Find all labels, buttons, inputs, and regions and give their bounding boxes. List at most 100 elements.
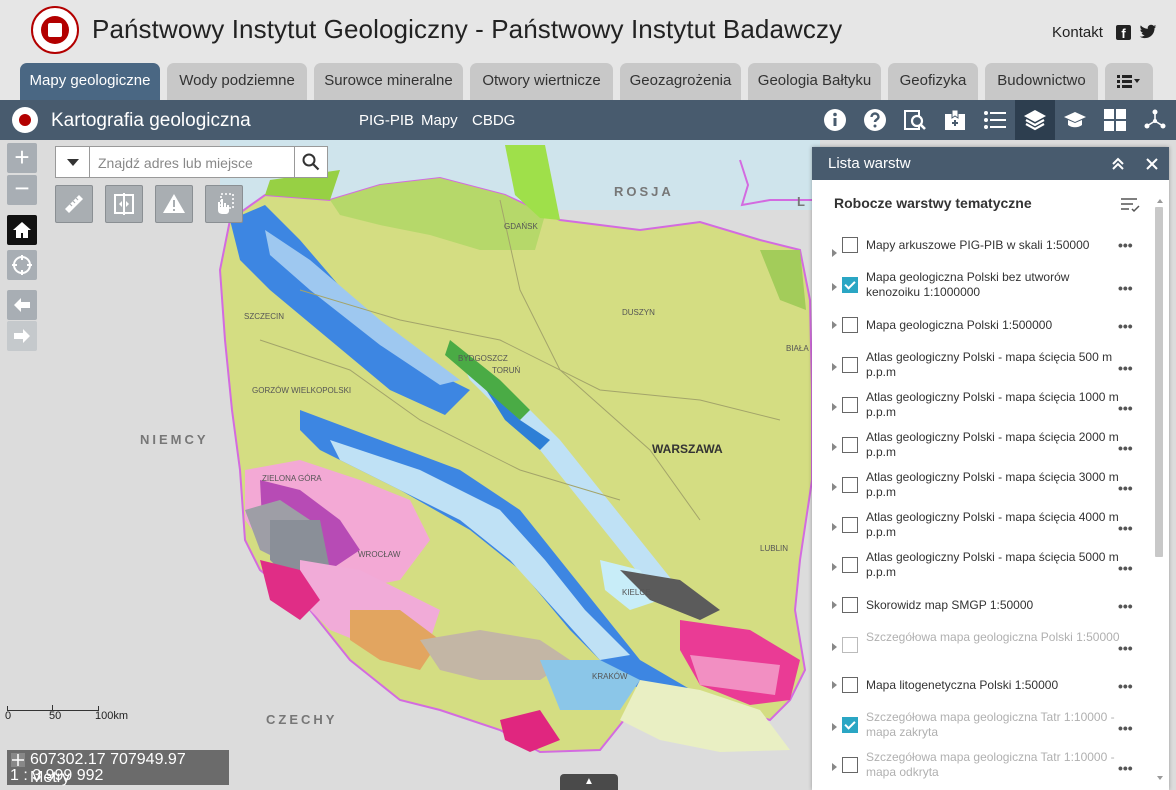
- layer-menu-icon[interactable]: •••: [1118, 678, 1133, 694]
- expand-arrow-icon[interactable]: [832, 403, 837, 411]
- layer-checkbox[interactable]: [842, 317, 858, 333]
- expand-arrow-icon[interactable]: [832, 483, 837, 491]
- layer-checkbox[interactable]: [842, 637, 858, 653]
- arrow-left-icon: [14, 298, 30, 312]
- tab-budownictwo[interactable]: Budownictwo: [985, 63, 1098, 100]
- collapse-icon[interactable]: [1111, 157, 1125, 171]
- scroll-up-arrow[interactable]: [1157, 199, 1163, 203]
- tab-geozagrozenia[interactable]: Geozagrożenia: [620, 63, 741, 100]
- pig-logo[interactable]: [31, 6, 79, 54]
- next-extent-button[interactable]: [7, 321, 37, 351]
- twitter-icon[interactable]: [1139, 24, 1157, 40]
- city-label-biala: BIAŁA: [786, 344, 809, 353]
- tab-wody-podziemne[interactable]: Wody podziemne: [167, 63, 307, 100]
- layer-menu-icon[interactable]: •••: [1118, 237, 1133, 253]
- expand-arrow-icon[interactable]: [832, 443, 837, 451]
- education-button[interactable]: [1055, 100, 1095, 140]
- expand-arrow-icon[interactable]: [832, 601, 837, 609]
- layer-menu-icon[interactable]: •••: [1118, 720, 1133, 736]
- expand-arrow-icon[interactable]: [832, 283, 837, 291]
- expand-arrow-icon[interactable]: [832, 563, 837, 571]
- zoom-in-button[interactable]: +: [7, 143, 37, 173]
- search-map-button[interactable]: [895, 100, 935, 140]
- tab-geologia-baltyku[interactable]: Geologia Bałtyku: [748, 63, 881, 100]
- expand-arrow-icon[interactable]: [832, 321, 837, 329]
- layer-checkbox[interactable]: [842, 397, 858, 413]
- layer-checkbox[interactable]: [842, 757, 858, 773]
- scroll-down-arrow[interactable]: [1157, 776, 1163, 780]
- layer-checkbox[interactable]: [842, 277, 858, 293]
- link-cbdg[interactable]: CBDG: [472, 112, 515, 129]
- layer-checkbox[interactable]: [842, 557, 858, 573]
- contact-link[interactable]: Kontakt: [1052, 24, 1103, 41]
- compare-button[interactable]: [105, 185, 143, 223]
- locate-button[interactable]: [7, 250, 37, 280]
- scale-tick-100: 100km: [95, 710, 129, 722]
- layer-checkbox[interactable]: [842, 677, 858, 693]
- link-mapy[interactable]: Mapy: [421, 112, 458, 129]
- search-input[interactable]: [96, 151, 300, 175]
- layer-menu-icon[interactable]: •••: [1118, 280, 1133, 296]
- layer-checkbox[interactable]: [842, 237, 858, 253]
- country-label-lithuania: L: [797, 194, 808, 209]
- layer-menu-icon[interactable]: •••: [1118, 520, 1133, 536]
- search-button[interactable]: [294, 147, 327, 177]
- warning-icon: [163, 194, 185, 213]
- layer-menu-icon[interactable]: •••: [1118, 760, 1133, 776]
- home-button[interactable]: [7, 215, 37, 245]
- search-source-dropdown[interactable]: [56, 147, 90, 177]
- layer-menu-icon[interactable]: •••: [1118, 480, 1133, 496]
- layer-menu-icon[interactable]: •••: [1118, 360, 1133, 376]
- layer-label: Mapa litogenetyczna Polski 1:50000: [866, 678, 1059, 692]
- facebook-icon[interactable]: f: [1116, 25, 1131, 41]
- zoom-out-button[interactable]: −: [7, 175, 37, 205]
- layer-checkbox[interactable]: [842, 717, 858, 733]
- layer-checkbox[interactable]: [842, 477, 858, 493]
- layer-checkbox[interactable]: [842, 357, 858, 373]
- tab-surowce-mineralne[interactable]: Surowce mineralne: [314, 63, 463, 100]
- tab-otwory-wiertnicze[interactable]: Otwory wiertnicze: [470, 63, 613, 100]
- layer-menu-icon[interactable]: •••: [1118, 400, 1133, 416]
- layer-label: Mapa geologiczna Polski bez utworów keno…: [866, 270, 1070, 299]
- expand-arrow-icon[interactable]: [832, 643, 837, 651]
- layers-button[interactable]: [1015, 100, 1055, 140]
- help-button[interactable]: [855, 100, 895, 140]
- layer-menu-icon[interactable]: •••: [1118, 440, 1133, 456]
- bookmark-add-button[interactable]: [935, 100, 975, 140]
- country-label-czechia: CZECHY: [266, 712, 338, 727]
- layer-menu-icon[interactable]: •••: [1118, 318, 1133, 334]
- move-crosshair-icon[interactable]: [11, 753, 25, 767]
- filter-list-icon[interactable]: [1120, 197, 1140, 213]
- link-pig-pib[interactable]: PIG-PIB: [359, 112, 414, 129]
- info-button[interactable]: [815, 100, 855, 140]
- tab-mapy-geologiczne[interactable]: Mapy geologiczne: [20, 63, 160, 100]
- country-label-russia: ROSJA: [614, 184, 674, 199]
- tab-geofizyka[interactable]: Geofizyka: [888, 63, 978, 100]
- info-icon: [824, 109, 846, 131]
- tab-more-menu[interactable]: [1105, 63, 1153, 100]
- expand-arrow-icon[interactable]: [832, 363, 837, 371]
- layer-checkbox[interactable]: [842, 597, 858, 613]
- close-icon[interactable]: [1146, 158, 1158, 170]
- layer-menu-icon[interactable]: •••: [1118, 640, 1133, 656]
- report-issue-button[interactable]: [155, 185, 193, 223]
- layer-list-panel: Lista warstw Robocze warstwy tematyczne …: [812, 147, 1169, 790]
- previous-extent-button[interactable]: [7, 290, 37, 320]
- select-tool-button[interactable]: [205, 185, 243, 223]
- legend-list-button[interactable]: [975, 100, 1015, 140]
- layer-menu-icon[interactable]: •••: [1118, 598, 1133, 614]
- expand-arrow-icon[interactable]: [832, 523, 837, 531]
- layer-menu-icon[interactable]: •••: [1118, 560, 1133, 576]
- bottom-panel-toggle[interactable]: ▲: [560, 774, 618, 790]
- measure-button[interactable]: [55, 185, 93, 223]
- expand-arrow-icon[interactable]: [832, 723, 837, 731]
- expand-arrow-icon[interactable]: [832, 249, 837, 257]
- scroll-thumb[interactable]: [1155, 207, 1163, 557]
- expand-arrow-icon[interactable]: [832, 763, 837, 771]
- share-button[interactable]: [1135, 100, 1175, 140]
- layer-checkbox[interactable]: [842, 437, 858, 453]
- layer-checkbox[interactable]: [842, 517, 858, 533]
- panel-scrollbar[interactable]: [1154, 199, 1164, 784]
- basemap-grid-button[interactable]: [1095, 100, 1135, 140]
- expand-arrow-icon[interactable]: [832, 681, 837, 689]
